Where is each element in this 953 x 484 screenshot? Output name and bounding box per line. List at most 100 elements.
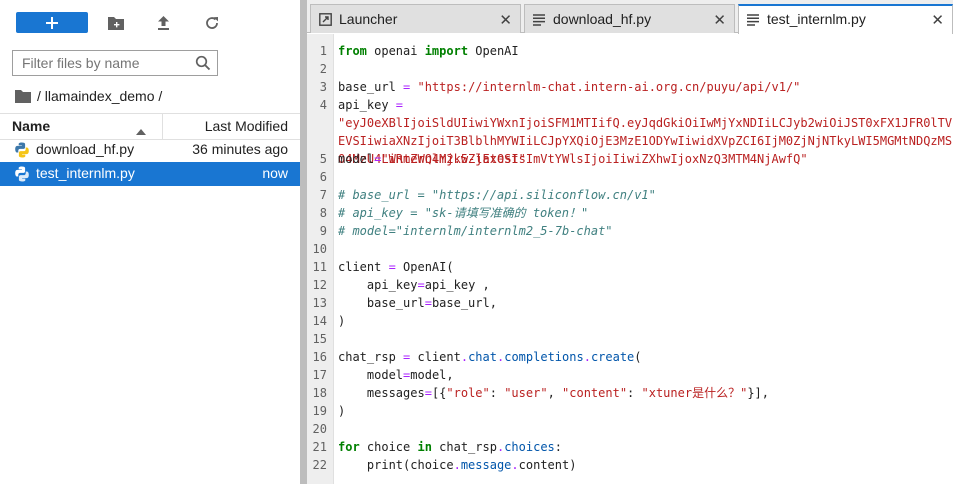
tab-label: download_hf.py <box>553 11 652 27</box>
code-token: : <box>627 386 642 400</box>
code-token: "user" <box>504 386 548 400</box>
code-comment: # api_key = "sk-请填写准确的 token！" <box>338 206 589 220</box>
code-token: api_key <box>338 278 418 292</box>
line-number: 7 <box>319 188 327 202</box>
code-token: base_url <box>338 296 425 310</box>
tab-download-hf[interactable]: download_hf.py ✕ <box>524 4 735 33</box>
code-token: OpenAI <box>468 44 519 58</box>
code-token: api_key , <box>424 278 490 292</box>
code-token: create <box>590 350 635 364</box>
code-line: model=model, <box>338 366 454 384</box>
launcher-icon <box>319 13 332 29</box>
code-token: "internlm2.5-latest" <box>381 152 526 166</box>
code-token: choice <box>359 440 418 454</box>
code-token: . <box>453 458 461 472</box>
line-number: 3 <box>319 80 327 94</box>
upload-button[interactable] <box>153 13 173 33</box>
close-icon[interactable]: ✕ <box>499 11 512 29</box>
file-browser-toolbar <box>0 0 300 44</box>
code-editor[interactable]: 1 2 3 4 5 6 7 8 9 10 11 12 13 14 15 16 17 18 19 20 21 22 from… <box>307 34 953 484</box>
code-token: : <box>554 440 563 454</box>
tab-label: test_internlm.py <box>767 11 866 27</box>
code-token: import <box>424 44 469 58</box>
file-list-header: Name Last Modified <box>0 113 300 140</box>
name-column-label: Name <box>12 118 51 134</box>
line-number: 16 <box>312 350 327 364</box>
close-icon[interactable]: ✕ <box>931 11 944 29</box>
code-token: ( <box>634 350 642 364</box>
line-number: 2 <box>319 62 327 76</box>
code-token: completions <box>504 350 584 364</box>
new-folder-button[interactable] <box>106 13 126 33</box>
line-number: 13 <box>312 296 327 310</box>
line-number: 4 <box>319 98 327 112</box>
code-token: print(choice <box>338 458 454 472</box>
new-launcher-button[interactable] <box>16 12 88 33</box>
plus-icon <box>46 16 58 29</box>
code-token: = <box>424 386 432 400</box>
code-line: print(choice.message.content) <box>338 456 577 474</box>
file-modified-time: now <box>262 165 288 181</box>
line-number: 10 <box>312 242 327 256</box>
code-token: "xtuner是什么？" <box>641 386 748 400</box>
python-file-icon <box>14 166 30 185</box>
line-number: 18 <box>312 386 327 400</box>
line-number: 17 <box>312 368 327 382</box>
code-line: base_url = "https://internlm-chat.intern… <box>338 78 800 96</box>
code-line: messages=[{"role": "user", "content": "x… <box>338 384 769 402</box>
code-token: content) <box>518 458 577 472</box>
close-icon[interactable]: ✕ <box>713 11 726 29</box>
code-token: base_url, <box>431 296 497 310</box>
folder-icon[interactable] <box>15 89 31 103</box>
file-modified-time: 36 minutes ago <box>192 141 288 157</box>
text-file-icon <box>747 13 759 29</box>
code-token: = <box>424 296 432 310</box>
code-line: # base_url = "https://api.siliconflow.cn… <box>338 186 656 204</box>
line-number: 20 <box>312 422 327 436</box>
code-line: # model="internlm/internlm2_5-7b-chat" <box>338 222 613 240</box>
breadcrumb-path[interactable]: / llamaindex_demo / <box>37 88 162 104</box>
line-number: 6 <box>319 170 327 184</box>
code-line: ) <box>338 312 345 330</box>
code-token: = <box>388 260 396 274</box>
code-token: chat_rsp <box>431 440 497 454</box>
tab-label: Launcher <box>339 11 398 27</box>
file-name: download_hf.py <box>36 141 135 157</box>
line-number-gutter: 1 2 3 4 5 6 7 8 9 10 11 12 13 14 15 16 17 18 19 20 21 22 <box>307 34 334 484</box>
code-token: message <box>460 458 512 472</box>
line-number: 19 <box>312 404 327 418</box>
code-token: ) <box>338 314 346 328</box>
file-row-download-hf[interactable]: download_hf.py 36 minutes ago <box>0 138 300 162</box>
filter-box <box>12 50 218 76</box>
code-token: : <box>489 386 505 400</box>
code-token: [{ <box>431 386 447 400</box>
code-token: for <box>338 440 360 454</box>
line-number: 12 <box>312 278 327 292</box>
text-file-icon <box>533 13 545 29</box>
refresh-button[interactable] <box>202 13 222 33</box>
panel-splitter[interactable] <box>300 0 307 484</box>
code-token: api_key <box>338 98 396 112</box>
editor-area: Launcher ✕ download_hf.py ✕ test_internl… <box>307 0 953 484</box>
tab-launcher[interactable]: Launcher ✕ <box>310 4 521 33</box>
code-token: . <box>460 350 469 364</box>
tab-bar: Launcher ✕ download_hf.py ✕ test_internl… <box>307 0 953 34</box>
line-number: 9 <box>319 224 327 238</box>
file-row-test-internlm[interactable]: test_internlm.py now <box>0 162 300 186</box>
line-number: 11 <box>312 260 327 274</box>
code-token: . <box>583 350 591 364</box>
line-number: 1 <box>319 44 327 58</box>
filter-files-input[interactable] <box>13 51 193 75</box>
code-line: # api_key = "sk-请填写准确的 token！" <box>338 204 588 222</box>
code-token: . <box>511 458 519 472</box>
last-modified-column-header[interactable]: Last Modified <box>205 118 288 134</box>
code-token: OpenAI( <box>395 260 454 274</box>
code-token: from <box>338 44 367 58</box>
search-icon <box>195 55 211 76</box>
code-line: for choice in chat_rsp.choices: <box>338 438 562 456</box>
tab-test-internlm[interactable]: test_internlm.py ✕ <box>738 4 953 34</box>
code-line: chat_rsp = client.chat.completions.creat… <box>338 348 642 366</box>
name-column-header[interactable]: Name <box>0 114 163 139</box>
code-token: "role" <box>446 386 490 400</box>
